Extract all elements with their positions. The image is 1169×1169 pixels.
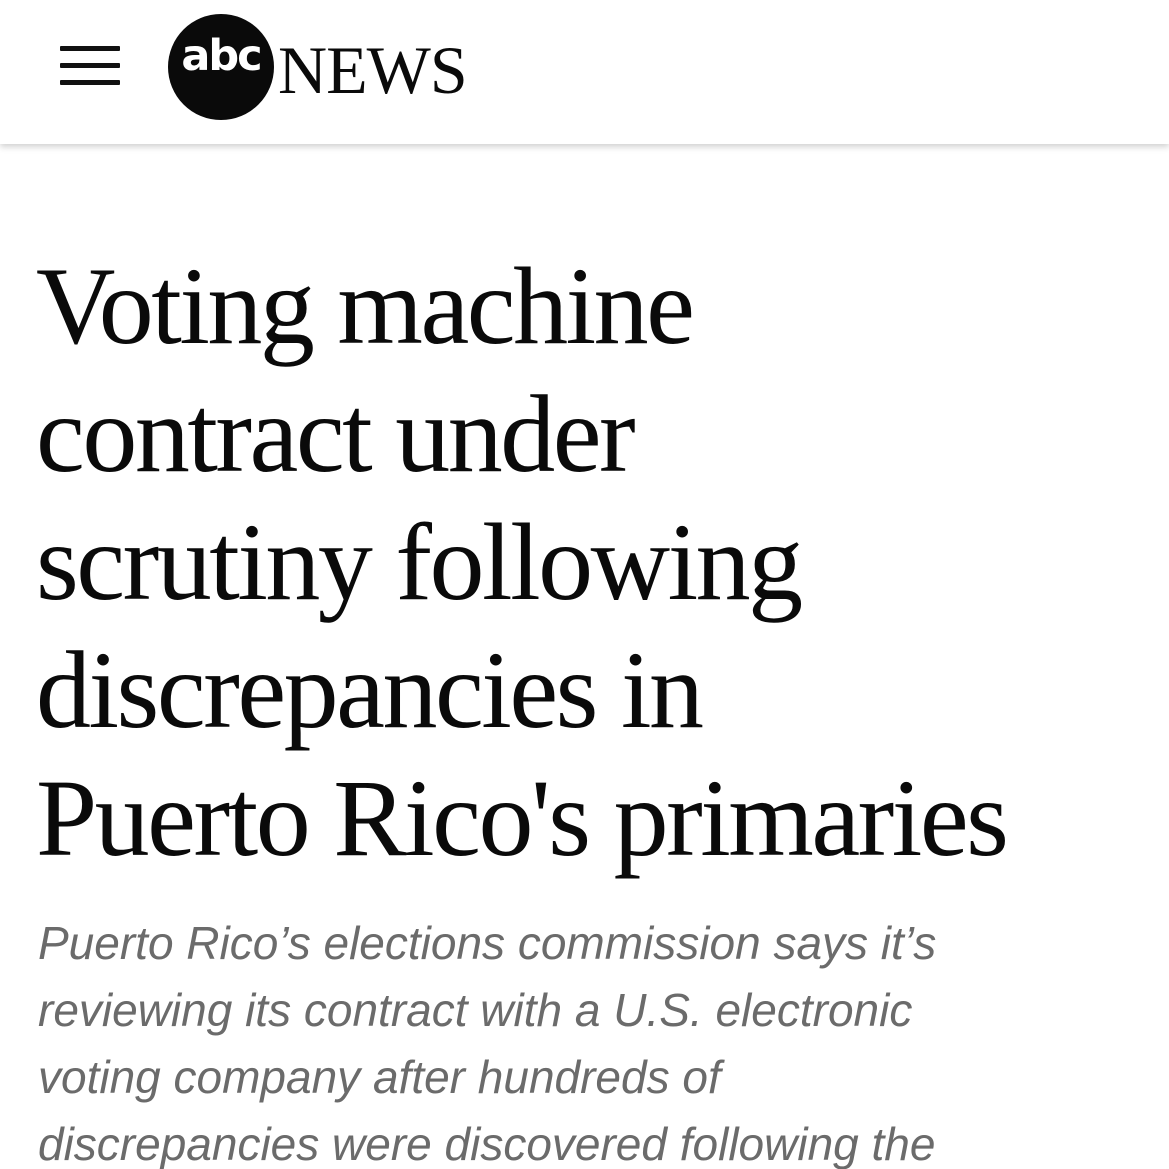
headline-line: contract under	[36, 373, 636, 495]
headline-line: Puerto Rico's primaries	[36, 757, 1009, 879]
article-page: abc NEWS Voting machine contract under s…	[0, 0, 1169, 1169]
summary-line: Puerto Rico’s elections commission says …	[38, 917, 937, 969]
abc-logo-circle: abc	[168, 14, 274, 120]
menu-bar-top	[60, 46, 120, 51]
menu-bar-middle	[60, 63, 120, 68]
site-header: abc NEWS	[0, 0, 1169, 144]
news-logo-text: NEWS	[278, 32, 468, 108]
summary-line: voting company after hundreds of	[38, 1051, 721, 1103]
menu-button[interactable]	[60, 44, 120, 88]
headline-line: discrepancies in	[36, 629, 704, 751]
article-headline: Voting machine contract under scrutiny f…	[36, 242, 1146, 882]
summary-line: reviewing its contract with a U.S. elect…	[38, 984, 913, 1036]
headline-line: scrutiny following	[36, 501, 803, 623]
summary-line: discrepancies were discovered following …	[38, 1118, 936, 1169]
menu-bar-bottom	[60, 80, 120, 85]
article-summary: Puerto Rico’s elections commission says …	[38, 910, 1148, 1169]
headline-line: Voting machine	[36, 245, 695, 367]
abc-logo-text: abc	[181, 31, 262, 81]
abc-news-logo[interactable]: abc NEWS	[168, 14, 498, 120]
